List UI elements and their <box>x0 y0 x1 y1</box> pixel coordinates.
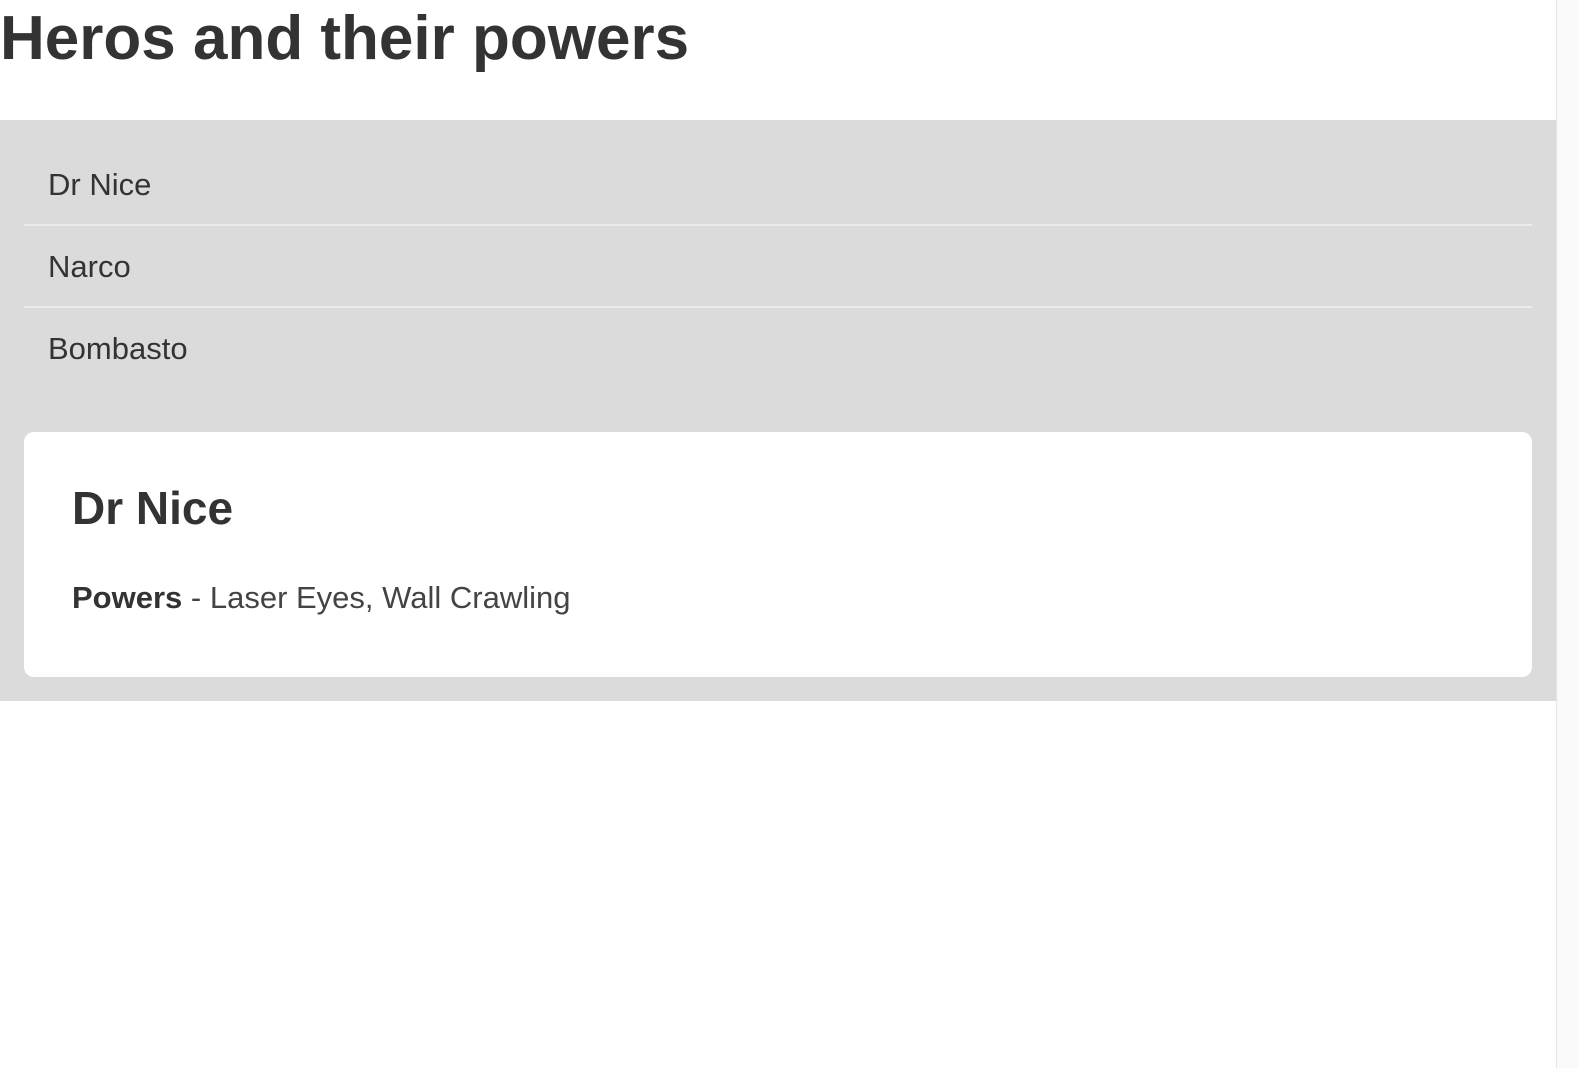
page: Heros and their powers Dr Nice Narco Bom… <box>0 0 1578 1068</box>
content: Heros and their powers Dr Nice Narco Bom… <box>0 0 1556 701</box>
hero-item-narco[interactable]: Narco <box>24 226 1532 308</box>
powers-separator: - <box>182 580 210 615</box>
vertical-scrollbar[interactable] <box>1556 0 1578 1068</box>
hero-item-dr-nice[interactable]: Dr Nice <box>24 144 1532 226</box>
hero-list: Dr Nice Narco Bombasto <box>24 144 1532 390</box>
hero-item-bombasto[interactable]: Bombasto <box>24 308 1532 390</box>
powers-label: Powers <box>72 580 183 615</box>
page-title: Heros and their powers <box>0 4 690 73</box>
powers-value: Laser Eyes, Wall Crawling <box>209 580 571 615</box>
hero-detail-powers: Powers - Laser Eyes, Wall Crawling <box>72 576 1484 620</box>
heroes-panel: Dr Nice Narco Bombasto Dr Nice Powers - … <box>0 120 1556 701</box>
hero-detail-card: Dr Nice Powers - Laser Eyes, Wall Crawli… <box>24 432 1532 677</box>
hero-detail-name: Dr Nice <box>72 482 234 534</box>
